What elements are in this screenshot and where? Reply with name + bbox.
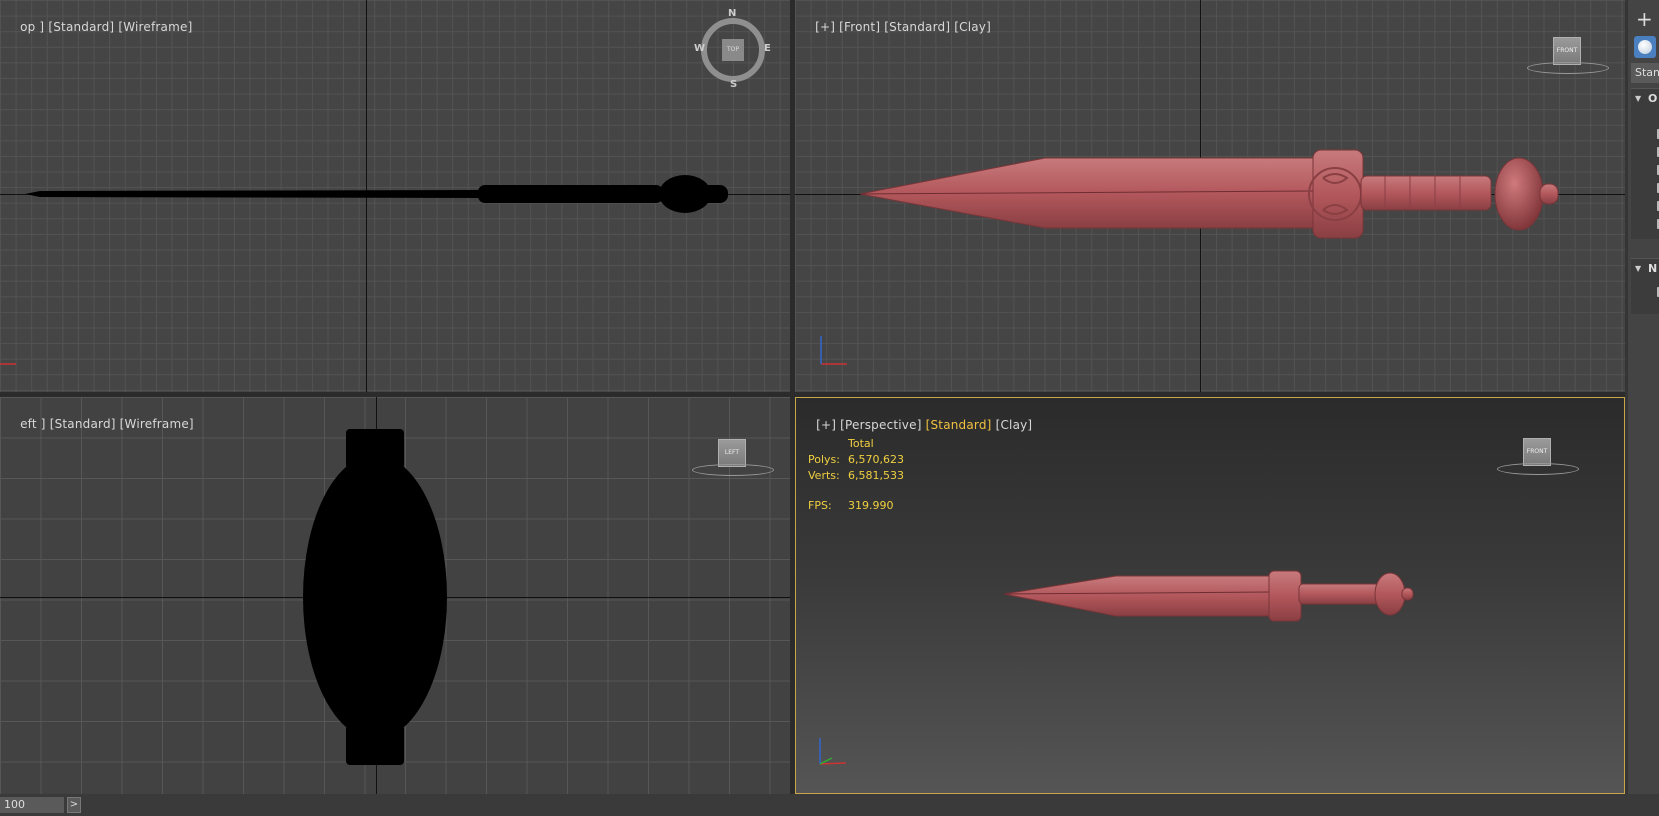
- viewcube-ring[interactable]: [1527, 62, 1609, 74]
- viewcube-top-face[interactable]: TOP: [722, 39, 744, 61]
- viewcube-ring[interactable]: [692, 464, 774, 476]
- axis-gizmo-icon: [0, 363, 16, 365]
- viewport-perspective[interactable]: [+] [Perspective] [Standard] [Clay] Tota…: [795, 397, 1625, 794]
- viewcube-front[interactable]: FRONT: [1553, 37, 1581, 65]
- rollout-title: O: [1648, 92, 1658, 105]
- rollout-collapse-icon[interactable]: ▼: [1635, 264, 1641, 273]
- object-type-rollout[interactable]: ▼ O: [1631, 88, 1659, 239]
- viewcube-compass[interactable]: TOP N S E W: [694, 8, 771, 90]
- rollout-title: N: [1648, 262, 1658, 275]
- viewcube-left[interactable]: LEFT: [718, 439, 746, 467]
- object-category-dropdown[interactable]: Stan: [1631, 63, 1659, 83]
- viewcube-ring[interactable]: [1497, 463, 1579, 475]
- compass-south-label: S: [730, 79, 738, 90]
- axis-gizmo-icon: [819, 738, 847, 765]
- sword-front-clay-model: [859, 149, 1559, 239]
- compass-west-label: W: [694, 43, 706, 54]
- create-plus-icon[interactable]: +: [1636, 7, 1653, 31]
- compass-north-label: N: [728, 8, 737, 19]
- viewport-front[interactable]: [+] [Front] [Standard] [Clay] FRONT: [795, 0, 1625, 392]
- name-color-rollout[interactable]: ▼ N: [1631, 258, 1659, 314]
- next-frame-button[interactable]: >: [67, 797, 81, 813]
- frame-counter-field[interactable]: 100: [0, 797, 64, 813]
- sword-perspective-clay-model: [1003, 570, 1414, 622]
- geometry-sphere-icon[interactable]: [1634, 36, 1656, 58]
- command-panel: + Stan ▼ O ▼ N: [1628, 0, 1659, 800]
- sword-top-silhouette: [25, 175, 728, 213]
- viewport-top[interactable]: op ] [Standard] [Wireframe] TOP N S E W: [0, 0, 790, 392]
- time-slider-bar: 100 >: [0, 794, 1659, 816]
- sword-left-silhouette: [303, 429, 447, 765]
- viewport-left[interactable]: eft ] [Standard] [Wireframe] LEFT: [0, 397, 790, 794]
- compass-east-label: E: [764, 43, 771, 54]
- viewcube-perspective[interactable]: FRONT: [1523, 438, 1551, 466]
- axis-gizmo-icon: [820, 336, 847, 365]
- rollout-collapse-icon[interactable]: ▼: [1635, 94, 1641, 103]
